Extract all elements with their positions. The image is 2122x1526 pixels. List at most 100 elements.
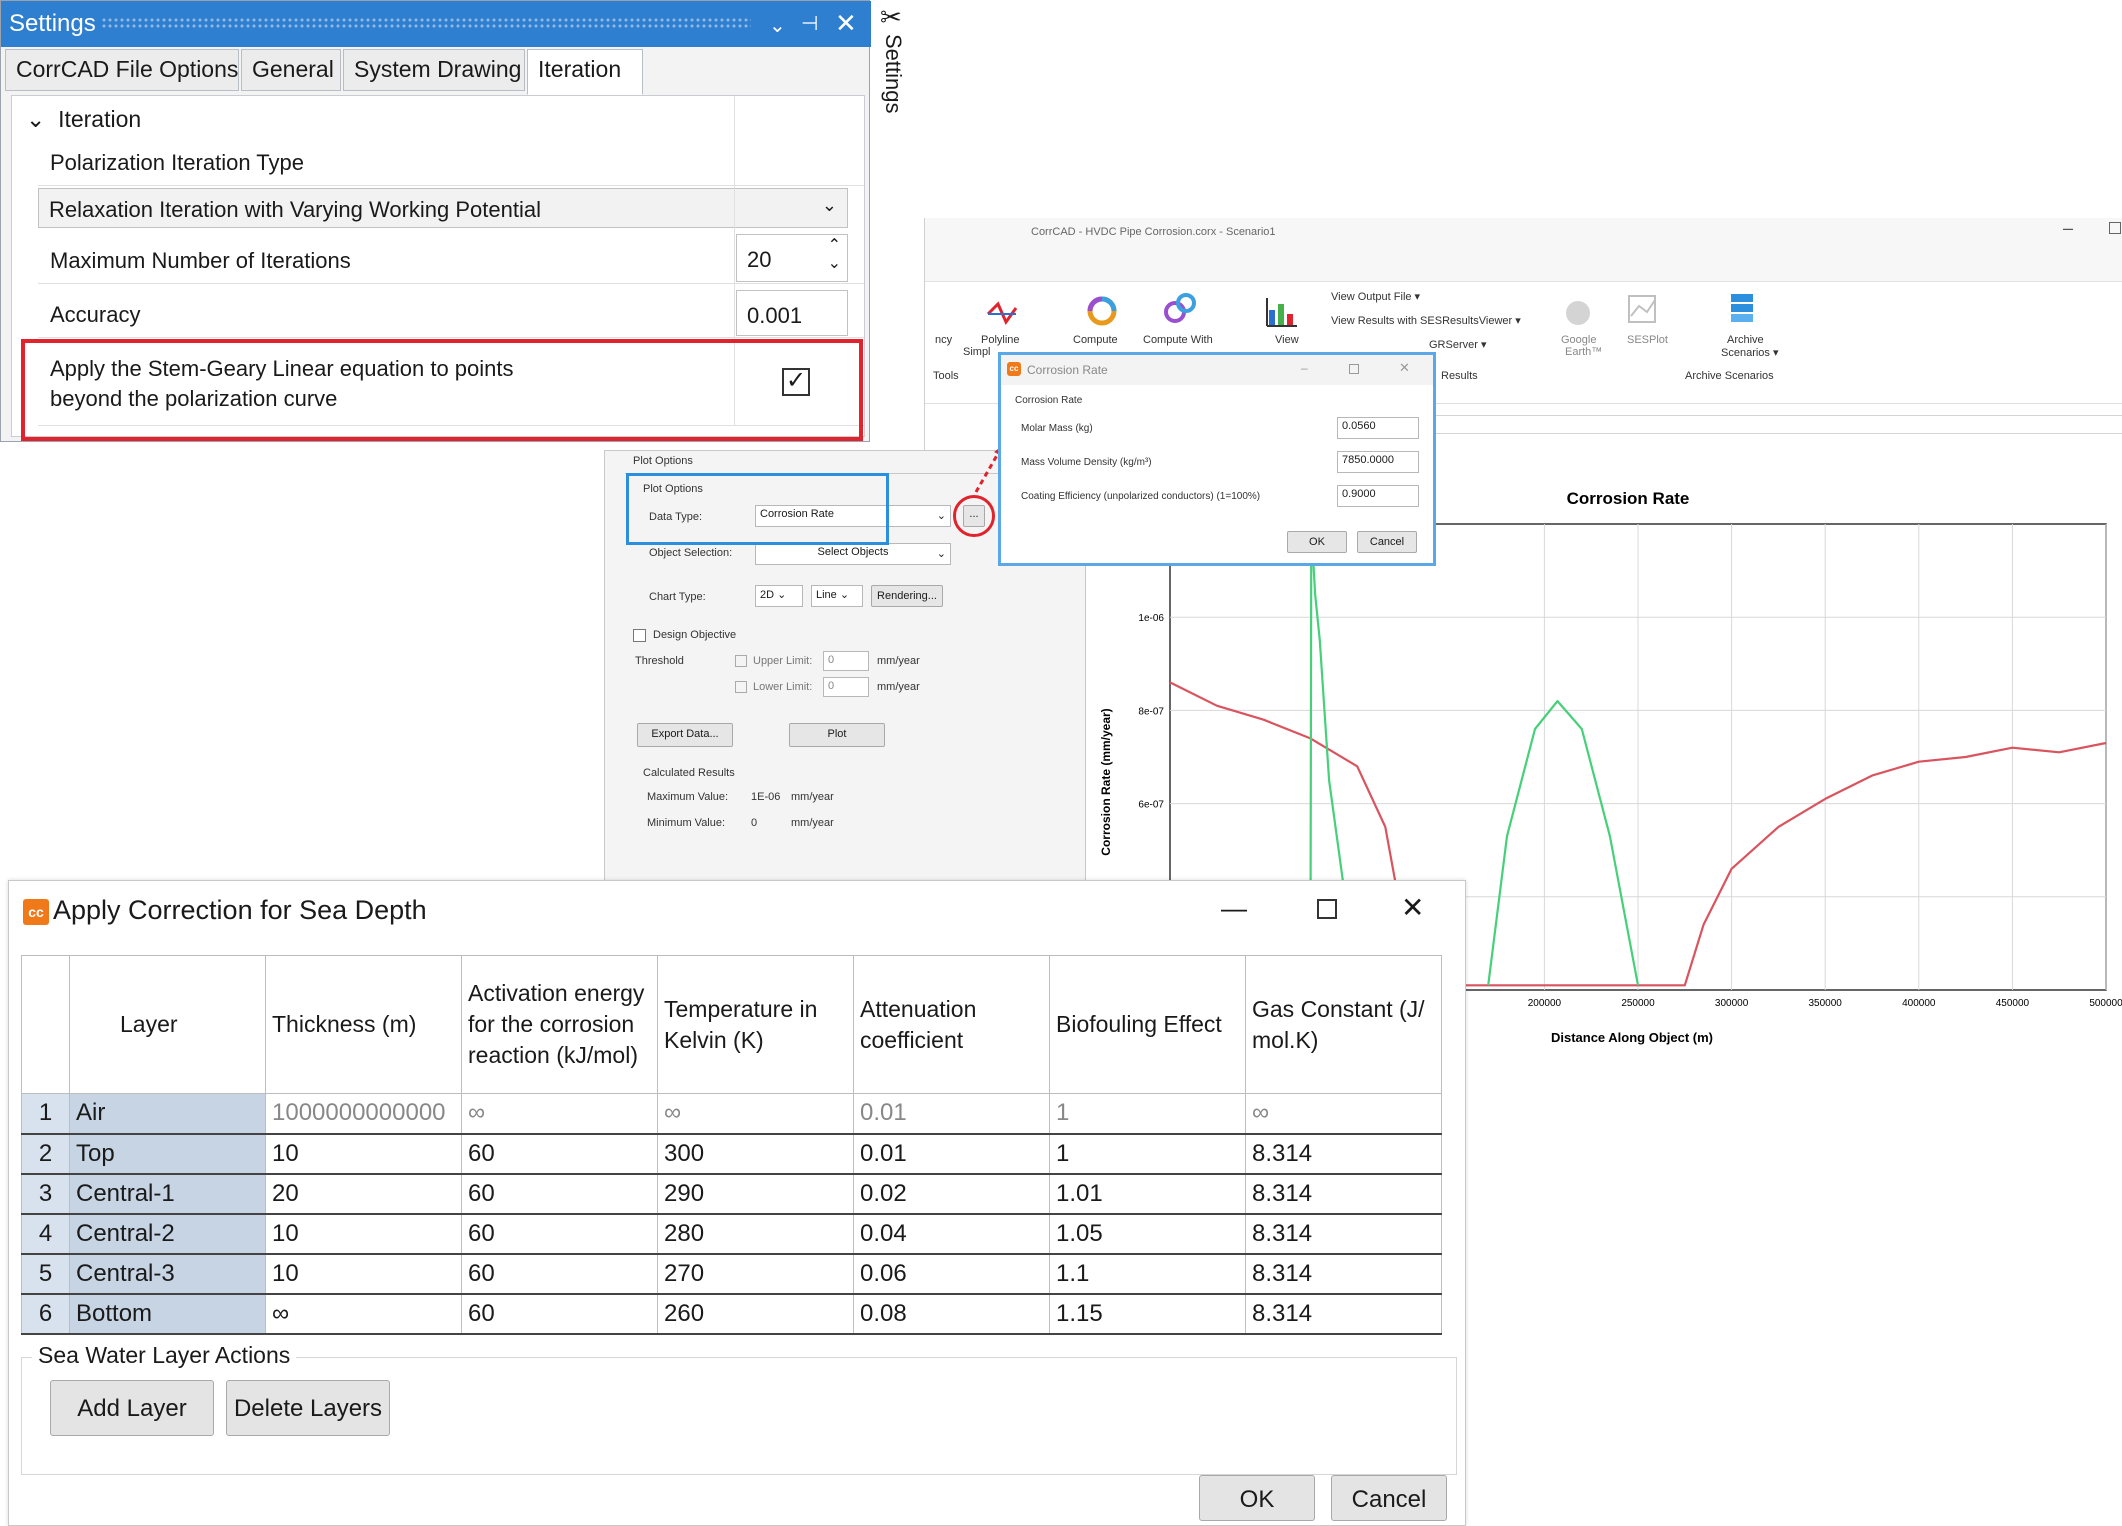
thickness-cell[interactable]: ∞ — [265, 1293, 462, 1335]
layer-cell[interactable]: Bottom — [69, 1293, 266, 1335]
molar-mass-input[interactable]: 0.0560 — [1337, 417, 1419, 439]
minimize-icon[interactable]: — — [1221, 893, 1247, 924]
google-earth-icon[interactable] — [1561, 296, 1595, 330]
add-layer-button[interactable]: Add Layer — [50, 1380, 214, 1436]
titlebar-grip[interactable] — [101, 17, 751, 29]
activation-energy-cell[interactable]: 60 — [461, 1253, 658, 1295]
chart-style-select[interactable]: Line ⌄ — [811, 585, 863, 607]
activation-energy-cell[interactable]: 60 — [461, 1173, 658, 1215]
max-iterations-stepper[interactable]: 20 ⌃ ⌄ — [736, 234, 848, 282]
grserver-button[interactable]: GRServer ▾ — [1429, 338, 1486, 351]
gas-constant-cell[interactable]: 8.314 — [1245, 1133, 1442, 1175]
table-row[interactable]: 2 Top 10 60 300 0.01 1 8.314 — [21, 1133, 1442, 1175]
chart-dimension-select[interactable]: 2D ⌄ — [755, 585, 803, 607]
close-icon[interactable]: ✕ — [835, 8, 857, 39]
tab-system-drawing[interactable]: System Drawing — [343, 49, 525, 91]
attenuation-cell[interactable]: 0.06 — [853, 1253, 1050, 1295]
rendering-button[interactable]: Rendering... — [871, 585, 943, 607]
biofouling-cell[interactable]: 1.01 — [1049, 1173, 1246, 1215]
temperature-cell[interactable]: 270 — [657, 1253, 854, 1295]
gas-constant-cell[interactable]: 8.314 — [1245, 1253, 1442, 1295]
gas-constant-cell[interactable]: 8.314 — [1245, 1213, 1442, 1255]
settings-side-tab[interactable]: ✂ Settings — [872, 0, 922, 120]
temperature-cell[interactable]: 260 — [657, 1293, 854, 1335]
close-icon[interactable]: ✕ — [1401, 891, 1424, 924]
attenuation-cell[interactable]: 0.04 — [853, 1213, 1050, 1255]
gas-constant-cell[interactable]: 8.314 — [1245, 1173, 1442, 1215]
cancel-button[interactable]: Cancel — [1331, 1475, 1447, 1521]
biofouling-cell[interactable]: 1.1 — [1049, 1253, 1246, 1295]
stepper-up-icon[interactable]: ⌃ — [828, 235, 841, 255]
tab-iteration[interactable]: Iteration — [527, 49, 643, 95]
view-results-button[interactable]: View Results with SESResultsViewer ▾ — [1331, 314, 1521, 327]
thickness-cell[interactable]: 1000000000000 — [265, 1093, 462, 1135]
compute-with-icon[interactable] — [1163, 292, 1197, 326]
delete-layers-button[interactable]: Delete Layers — [226, 1380, 390, 1436]
density-input[interactable]: 7850.0000 — [1337, 451, 1419, 473]
maximize-icon[interactable] — [1317, 899, 1337, 919]
pin-icon[interactable]: ⊣ — [801, 11, 818, 36]
close-icon[interactable]: ✕ — [1399, 360, 1410, 376]
layer-cell[interactable]: Central-3 — [69, 1253, 266, 1295]
tab-corrcad-file-options[interactable]: CorrCAD File Options — [5, 49, 239, 91]
splitter[interactable] — [1405, 426, 2122, 434]
table-row[interactable]: 1 Air 1000000000000 ∞ ∞ 0.01 1 ∞ — [21, 1093, 1442, 1135]
lower-limit-input[interactable]: 0 — [823, 677, 869, 697]
biofouling-cell[interactable]: 1 — [1049, 1133, 1246, 1175]
sesplot-icon[interactable] — [1625, 292, 1659, 326]
compute-icon[interactable] — [1085, 294, 1119, 328]
attenuation-cell[interactable]: 0.02 — [853, 1173, 1050, 1215]
activation-energy-cell[interactable]: ∞ — [461, 1093, 658, 1135]
table-row[interactable]: 5 Central-3 10 60 270 0.06 1.1 8.314 — [21, 1253, 1442, 1295]
temperature-cell[interactable]: 280 — [657, 1213, 854, 1255]
plot-button[interactable]: Plot — [789, 723, 885, 747]
layer-cell[interactable]: Central-1 — [69, 1173, 266, 1215]
minimize-icon[interactable]: – — [2063, 218, 2073, 239]
attenuation-cell[interactable]: 0.01 — [853, 1093, 1050, 1135]
upper-limit-checkbox[interactable] — [735, 655, 747, 667]
lower-limit-checkbox[interactable] — [735, 681, 747, 693]
minimize-icon[interactable]: – — [1301, 361, 1308, 375]
maximize-icon[interactable] — [1349, 364, 1359, 374]
design-objective-checkbox[interactable] — [633, 629, 646, 642]
maximize-icon[interactable] — [2109, 222, 2121, 234]
view-chart-icon[interactable] — [1265, 296, 1299, 330]
thickness-cell[interactable]: 10 — [265, 1213, 462, 1255]
thickness-cell[interactable]: 10 — [265, 1253, 462, 1295]
activation-energy-cell[interactable]: 60 — [461, 1213, 658, 1255]
coating-efficiency-input[interactable]: 0.9000 — [1337, 485, 1419, 507]
attenuation-cell[interactable]: 0.01 — [853, 1133, 1050, 1175]
polarization-type-select[interactable]: Relaxation Iteration with Varying Workin… — [38, 188, 848, 228]
stepper-down-icon[interactable]: ⌄ — [828, 253, 841, 273]
biofouling-cell[interactable]: 1 — [1049, 1093, 1246, 1135]
polyline-icon[interactable] — [985, 296, 1019, 330]
temperature-cell[interactable]: 300 — [657, 1133, 854, 1175]
view-output-file-button[interactable]: View Output File ▾ — [1331, 290, 1420, 303]
temperature-cell[interactable]: 290 — [657, 1173, 854, 1215]
gas-constant-cell[interactable]: 8.314 — [1245, 1293, 1442, 1335]
biofouling-cell[interactable]: 1.15 — [1049, 1293, 1246, 1335]
accuracy-input[interactable]: 0.001 — [736, 290, 848, 336]
upper-limit-input[interactable]: 0 — [823, 651, 869, 671]
activation-energy-cell[interactable]: 60 — [461, 1133, 658, 1175]
ok-button[interactable]: OK — [1287, 531, 1347, 553]
export-data-button[interactable]: Export Data... — [637, 723, 733, 747]
tab-general[interactable]: General — [241, 49, 341, 91]
chevron-down-icon[interactable]: ⌄ — [769, 13, 786, 38]
table-row[interactable]: 4 Central-2 10 60 280 0.04 1.05 8.314 — [21, 1213, 1442, 1255]
layer-cell[interactable]: Top — [69, 1133, 266, 1175]
thickness-cell[interactable]: 20 — [265, 1173, 462, 1215]
temperature-cell[interactable]: ∞ — [657, 1093, 854, 1135]
activation-energy-cell[interactable]: 60 — [461, 1293, 658, 1335]
object-selection-select[interactable]: Select Objects ⌄ — [755, 543, 951, 565]
ok-button[interactable]: OK — [1199, 1475, 1315, 1521]
gas-constant-cell[interactable]: ∞ — [1245, 1093, 1442, 1135]
iteration-group-header[interactable]: ⌄ Iteration — [26, 106, 141, 133]
attenuation-cell[interactable]: 0.08 — [853, 1293, 1050, 1335]
layer-cell[interactable]: Central-2 — [69, 1213, 266, 1255]
splitter[interactable] — [1405, 408, 2122, 416]
table-row[interactable]: 3 Central-1 20 60 290 0.02 1.01 8.314 — [21, 1173, 1442, 1215]
thickness-cell[interactable]: 10 — [265, 1133, 462, 1175]
table-row[interactable]: 6 Bottom ∞ 60 260 0.08 1.15 8.314 — [21, 1293, 1442, 1335]
archive-scenarios-icon[interactable] — [1725, 292, 1759, 326]
